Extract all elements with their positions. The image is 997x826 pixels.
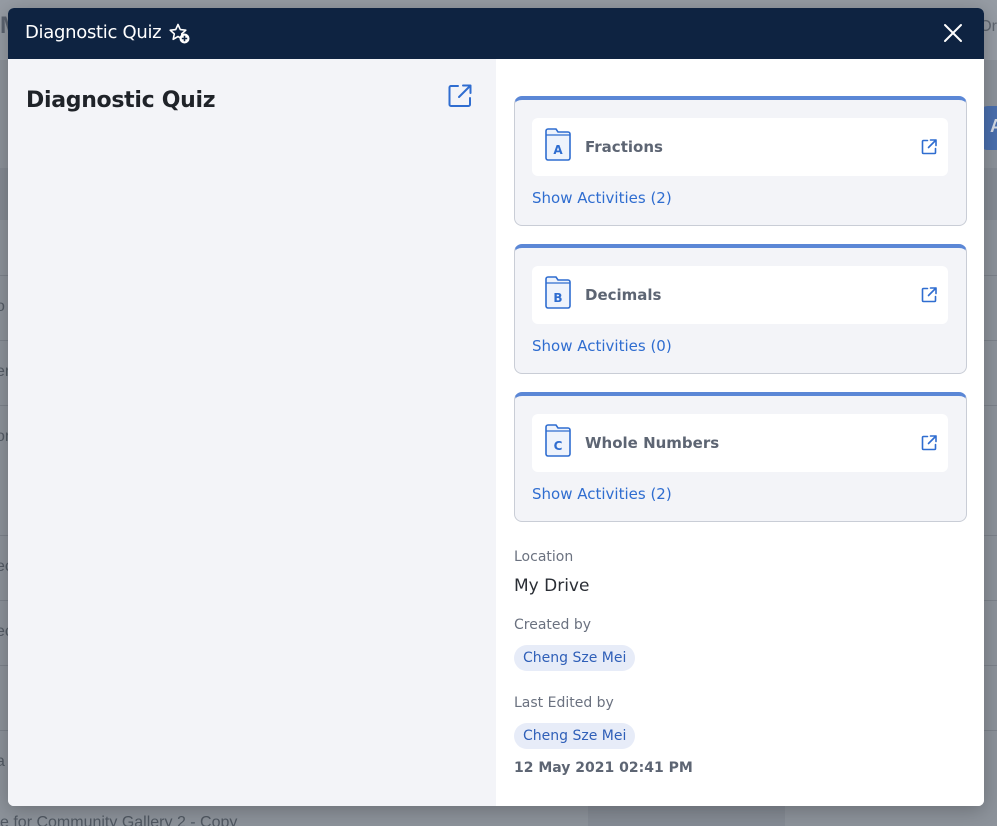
unit-file-icon: C <box>544 424 572 458</box>
unit-item-decimals[interactable]: B Decimals <box>532 266 948 324</box>
unit-item-fractions[interactable]: A Fractions <box>532 118 948 176</box>
show-activities-link[interactable]: Show Activities (0) <box>532 337 672 355</box>
location-label: Location <box>514 549 574 565</box>
quiz-title: Diagnostic Quiz <box>26 88 216 113</box>
last-edited-timestamp: 12 May 2021 02:41 PM <box>514 760 693 776</box>
location-value: My Drive <box>514 576 590 596</box>
close-icon[interactable] <box>941 21 965 45</box>
unit-name: Fractions <box>585 138 663 156</box>
show-activities-link[interactable]: Show Activities (2) <box>532 189 672 207</box>
quiz-info-pane: A Fractions Show Activities (2) B Decima… <box>496 59 984 806</box>
created-by-label: Created by <box>514 617 592 633</box>
unit-name: Whole Numbers <box>585 434 720 452</box>
background-action-button-label: A <box>990 116 997 136</box>
modal-title: Diagnostic Quiz <box>25 22 162 43</box>
background-row-text: o <box>0 298 5 315</box>
modal-header: Diagnostic Quiz <box>8 8 984 59</box>
quiz-details-modal: Diagnostic Quiz Diagnostic Quiz A Fracti… <box>8 8 984 806</box>
unit-card: C Whole Numbers Show Activities (2) <box>514 392 967 522</box>
external-link-icon[interactable] <box>920 434 938 452</box>
last-edited-by-chip[interactable]: Cheng Sze Mei <box>514 723 636 749</box>
quiz-preview-pane: Diagnostic Quiz <box>8 59 496 806</box>
unit-item-whole-numbers[interactable]: C Whole Numbers <box>532 414 948 472</box>
unit-card: A Fractions Show Activities (2) <box>514 96 967 226</box>
svg-text:C: C <box>554 439 563 453</box>
svg-text:B: B <box>553 291 562 305</box>
created-by-chip[interactable]: Cheng Sze Mei <box>514 645 636 671</box>
last-edited-label: Last Edited by <box>514 695 614 711</box>
svg-text:A: A <box>553 143 563 157</box>
background-row-title: e for Community Gallery 2 - Copy <box>0 814 238 826</box>
background-row-text: a <box>0 753 5 770</box>
unit-name: Decimals <box>585 286 662 304</box>
external-link-icon[interactable] <box>446 82 474 110</box>
unit-file-icon: A <box>544 128 572 162</box>
unit-file-icon: B <box>544 276 572 310</box>
external-link-icon[interactable] <box>920 286 938 304</box>
unit-card: B Decimals Show Activities (0) <box>514 244 967 374</box>
background-column-shade <box>588 806 785 826</box>
show-activities-link[interactable]: Show Activities (2) <box>532 485 672 503</box>
external-link-icon[interactable] <box>920 138 938 156</box>
star-plus-icon[interactable] <box>167 21 193 47</box>
